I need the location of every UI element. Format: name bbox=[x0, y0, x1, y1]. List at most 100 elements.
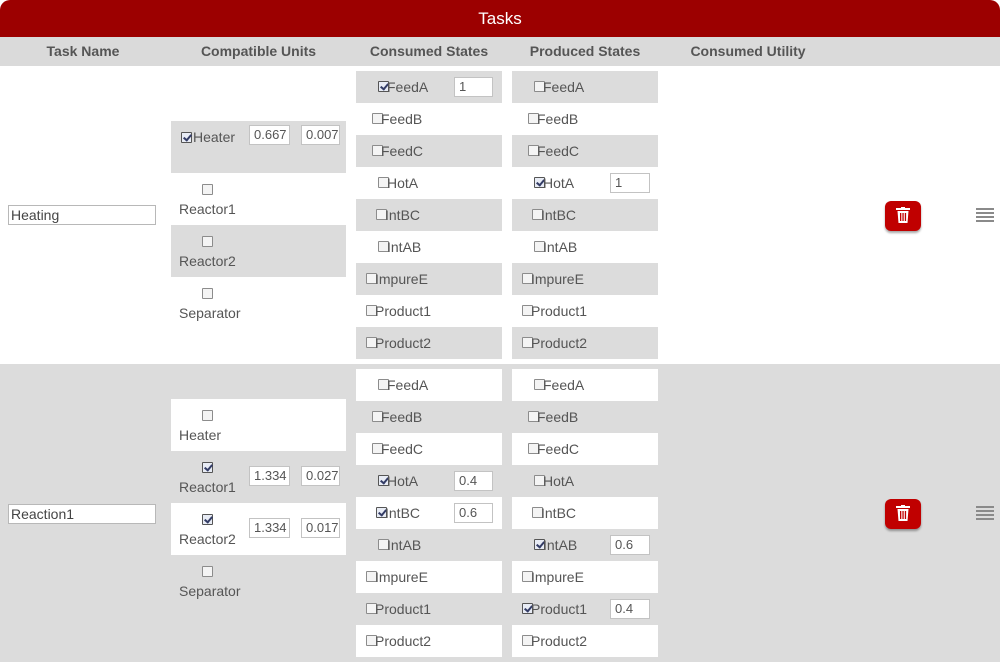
unit-label: Separator bbox=[179, 305, 241, 321]
delete-task-button[interactable] bbox=[885, 201, 921, 231]
unit-checkbox[interactable] bbox=[202, 514, 213, 525]
unit-checkbox[interactable] bbox=[202, 566, 213, 577]
produced-state-item: IntAB 0.6 bbox=[512, 529, 658, 561]
produced-state-label: IntBC bbox=[541, 207, 577, 223]
unit-value-input[interactable]: 1.334 bbox=[249, 466, 290, 486]
unit-value-input[interactable]: 0.007 bbox=[301, 125, 340, 145]
consumed-state-label: Product1 bbox=[375, 601, 432, 617]
consumed-state-item: Product1 bbox=[356, 295, 502, 327]
task-name-input[interactable] bbox=[8, 504, 156, 524]
produced-state-item: IntBC bbox=[512, 497, 658, 529]
consumed-state-label: FeedC bbox=[381, 441, 424, 457]
unit-checkbox[interactable] bbox=[202, 236, 213, 247]
header-produced-states: Produced States bbox=[529, 43, 641, 59]
produced-state-item: FeedB bbox=[512, 401, 658, 433]
consumed-state-label: FeedB bbox=[381, 111, 423, 127]
produced-state-item: HotA 1 bbox=[512, 167, 658, 199]
consumed-state-item: ImpureE bbox=[356, 263, 502, 295]
consumed-state-item: FeedB bbox=[356, 103, 502, 135]
produced-state-label: FeedB bbox=[537, 409, 579, 425]
produced-state-label: FeedC bbox=[537, 441, 580, 457]
unit-item: Reactor2 bbox=[171, 225, 346, 277]
unit-label: Reactor1 bbox=[179, 201, 236, 217]
produced-state-item: ImpureE bbox=[512, 263, 658, 295]
produced-state-item: FeedA bbox=[512, 71, 658, 103]
produced-state-item: Product2 bbox=[512, 625, 658, 657]
unit-item: Heater 0.667 0.007 bbox=[171, 121, 346, 173]
consumed-state-label: FeedA bbox=[387, 377, 429, 393]
consumed-state-item: IntBC 0.6 bbox=[356, 497, 502, 529]
unit-item: Reactor1 bbox=[171, 173, 346, 225]
delete-task-button[interactable] bbox=[885, 499, 921, 529]
consumed-state-label: Product2 bbox=[375, 335, 432, 351]
produced-state-label: HotA bbox=[543, 473, 575, 489]
unit-value-input[interactable]: 0.667 bbox=[249, 125, 290, 145]
consumed-state-label: ImpureE bbox=[375, 271, 428, 287]
consumed-state-item: FeedB bbox=[356, 401, 502, 433]
produced-state-item: Product1 bbox=[512, 295, 658, 327]
drag-handle-icon[interactable] bbox=[976, 208, 994, 222]
consumed-state-item: IntAB bbox=[356, 529, 502, 561]
trash-icon bbox=[885, 201, 921, 231]
produced-state-item: HotA bbox=[512, 465, 658, 497]
consumed-state-label: IntAB bbox=[387, 537, 422, 553]
produced-state-label: IntAB bbox=[543, 537, 578, 553]
consumed-state-label: FeedA bbox=[387, 79, 429, 95]
produced-state-item: IntBC bbox=[512, 199, 658, 231]
page-title: Tasks bbox=[478, 9, 522, 28]
trash-icon bbox=[885, 499, 921, 529]
produced-state-label: Product1 bbox=[531, 303, 588, 319]
consumed-state-label: HotA bbox=[387, 473, 419, 489]
produced-state-value-input[interactable]: 0.4 bbox=[610, 599, 650, 619]
produced-state-label: FeedC bbox=[537, 143, 580, 159]
unit-item: Reactor1 1.334 0.027 bbox=[171, 451, 346, 503]
unit-value-input[interactable]: 0.017 bbox=[301, 518, 340, 538]
unit-label: Heater bbox=[193, 129, 236, 145]
produced-state-item: FeedC bbox=[512, 433, 658, 465]
unit-item: Separator bbox=[171, 555, 346, 607]
consumed-state-item: FeedA bbox=[356, 369, 502, 401]
produced-state-item: Product1 0.4 bbox=[512, 593, 658, 625]
unit-item: Heater bbox=[171, 399, 346, 451]
unit-checkbox[interactable] bbox=[181, 132, 192, 143]
consumed-state-label: IntBC bbox=[385, 505, 421, 521]
unit-checkbox[interactable] bbox=[202, 462, 213, 473]
unit-value-input[interactable]: 1.334 bbox=[249, 518, 290, 538]
produced-state-label: ImpureE bbox=[531, 271, 584, 287]
unit-checkbox[interactable] bbox=[202, 410, 213, 421]
produced-state-label: IntAB bbox=[543, 239, 578, 255]
consumed-state-label: ImpureE bbox=[375, 569, 428, 585]
produced-state-value-input[interactable]: 0.6 bbox=[610, 535, 650, 555]
produced-state-item: FeedA bbox=[512, 369, 658, 401]
consumed-state-label: Product2 bbox=[375, 633, 432, 649]
unit-item: Reactor2 1.334 0.017 bbox=[171, 503, 346, 555]
consumed-state-item: FeedA 1 bbox=[356, 71, 502, 103]
unit-label: Reactor2 bbox=[179, 253, 236, 269]
header-task-name: Task Name bbox=[46, 43, 120, 59]
consumed-state-value-input[interactable]: 1 bbox=[454, 77, 493, 97]
produced-state-label: Product1 bbox=[531, 601, 588, 617]
consumed-state-item: ImpureE bbox=[356, 561, 502, 593]
produced-state-label: Product2 bbox=[531, 335, 588, 351]
task-name-input[interactable] bbox=[8, 205, 156, 225]
consumed-state-item: IntAB bbox=[356, 231, 502, 263]
consumed-state-item: HotA 0.4 bbox=[356, 465, 502, 497]
consumed-state-value-input[interactable]: 0.4 bbox=[454, 471, 493, 491]
produced-state-label: FeedA bbox=[543, 377, 585, 393]
unit-checkbox[interactable] bbox=[202, 184, 213, 195]
produced-state-value-input[interactable]: 1 bbox=[610, 173, 650, 193]
produced-state-item: ImpureE bbox=[512, 561, 658, 593]
produced-state-label: FeedA bbox=[543, 79, 585, 95]
consumed-state-item: HotA bbox=[356, 167, 502, 199]
unit-checkbox[interactable] bbox=[202, 288, 213, 299]
unit-value-input[interactable]: 0.027 bbox=[301, 466, 340, 486]
produced-state-item: Product2 bbox=[512, 327, 658, 359]
produced-state-label: FeedB bbox=[537, 111, 579, 127]
drag-handle-icon[interactable] bbox=[976, 506, 994, 520]
consumed-state-item: Product1 bbox=[356, 593, 502, 625]
header-consumed-states: Consumed States bbox=[369, 43, 489, 59]
consumed-state-value-input[interactable]: 0.6 bbox=[454, 503, 493, 523]
produced-state-item: FeedC bbox=[512, 135, 658, 167]
produced-state-label: Product2 bbox=[531, 633, 588, 649]
produced-state-item: FeedB bbox=[512, 103, 658, 135]
